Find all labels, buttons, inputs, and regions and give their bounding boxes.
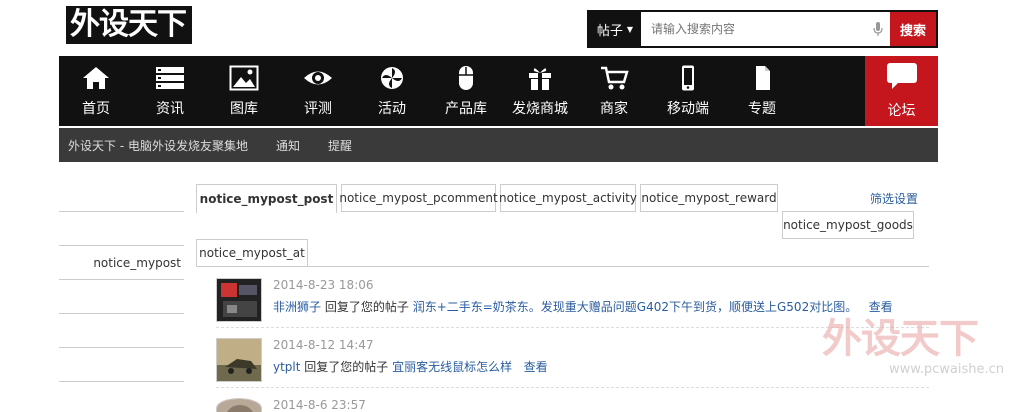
- main-nav: 首页 资讯 图库 评测 活动 产品库 发烧商城 商家 移动端 专题 论坛: [59, 56, 938, 126]
- nav-label: 评测: [304, 101, 332, 117]
- search-bar: 帖子 ▼ 搜索: [587, 10, 938, 48]
- notice-action: 回复了您的帖子: [324, 300, 409, 314]
- nav-label: 图库: [230, 101, 258, 117]
- avatar[interactable]: [216, 338, 262, 382]
- nav-label: 移动端: [667, 101, 709, 117]
- avatar[interactable]: [216, 398, 262, 412]
- gift-icon: [525, 64, 555, 92]
- tab-notice-mypost-at[interactable]: notice_mypost_at: [196, 239, 308, 267]
- notice-view-link[interactable]: 查看: [524, 360, 548, 374]
- nav-label: 活动: [378, 101, 406, 117]
- chat-bubble-icon: [886, 62, 918, 94]
- sidebar-item-notice-mypost[interactable]: notice_mypost: [59, 256, 181, 270]
- nav-item-home[interactable]: 首页: [59, 56, 133, 126]
- watermark-url: www.pcwaishe.cn: [889, 362, 1004, 377]
- watermark-logo: 外设天下: [822, 315, 979, 362]
- breadcrumb-reminder[interactable]: 提醒: [328, 137, 352, 154]
- nav-label: 产品库: [445, 101, 487, 117]
- microphone-icon[interactable]: [866, 12, 890, 46]
- notice-text: ytplt 回复了您的帖子 宜丽客无线鼠标怎么样 查看: [273, 358, 548, 375]
- cart-icon: [599, 64, 629, 92]
- notice-time: 2014-8-6 23:57: [273, 398, 366, 412]
- nav-item-events[interactable]: 活动: [355, 56, 429, 126]
- sidebar-divider: [59, 313, 184, 314]
- search-input[interactable]: [641, 12, 866, 46]
- avatar[interactable]: [216, 278, 262, 322]
- nav-label: 论坛: [887, 103, 916, 119]
- nav-label: 专题: [748, 101, 776, 117]
- site-logo[interactable]: 外设天下: [66, 6, 192, 44]
- nav-item-gallery[interactable]: 图库: [207, 56, 281, 126]
- phone-icon: [673, 64, 703, 92]
- notice-item: 2014-8-6 23:57: [216, 388, 929, 412]
- nav-item-products[interactable]: 产品库: [429, 56, 503, 126]
- nav-item-mobile[interactable]: 移动端: [651, 56, 725, 126]
- filter-settings-link[interactable]: 筛选设置: [870, 190, 918, 207]
- tab-notice-mypost-post[interactable]: notice_mypost_post: [196, 184, 337, 213]
- nav-label: 发烧商城: [512, 101, 568, 117]
- watermark: 外设天下 www.pcwaishe.cn: [822, 316, 1012, 388]
- nav-item-mall[interactable]: 发烧商城: [503, 56, 577, 126]
- nav-label: 首页: [82, 101, 110, 117]
- sidebar-divider: [59, 279, 184, 280]
- tab-notice-mypost-activity[interactable]: notice_mypost_activity: [499, 184, 637, 212]
- notice-view-link[interactable]: 查看: [869, 300, 893, 314]
- tabs-divider: [196, 266, 929, 267]
- nav-item-forum[interactable]: 论坛: [865, 56, 938, 126]
- notice-post-link[interactable]: 宜丽客无线鼠标怎么样: [392, 360, 512, 374]
- notice-action: 回复了您的帖子: [304, 360, 389, 374]
- sidebar-divider: [59, 245, 184, 246]
- list-icon: [155, 64, 185, 92]
- sidebar-divider: [59, 347, 184, 348]
- tab-notice-mypost-reward[interactable]: notice_mypost_reward: [640, 184, 778, 212]
- notice-user-link[interactable]: 非洲狮子: [273, 300, 321, 314]
- sidebar-divider: [59, 381, 184, 382]
- nav-item-reviews[interactable]: 评测: [281, 56, 355, 126]
- notice-post-link[interactable]: 润东+二手东=奶茶东。发现重大赠品问题G402下午到货，顺便送上G502对比图。: [413, 300, 858, 314]
- breadcrumb-notice[interactable]: 通知: [276, 137, 300, 154]
- notice-user-link[interactable]: ytplt: [273, 360, 300, 374]
- breadcrumb-bar: 外设天下 - 电脑外设发烧友聚集地 通知 提醒: [59, 128, 938, 162]
- nav-item-topics[interactable]: 专题: [725, 56, 799, 126]
- breadcrumb-home[interactable]: 外设天下 - 电脑外设发烧友聚集地: [68, 137, 248, 154]
- mouse-icon: [451, 64, 481, 92]
- home-icon: [81, 64, 111, 92]
- search-type-label: 帖子: [596, 23, 623, 39]
- sidebar-divider: [59, 211, 184, 212]
- nav-item-merchants[interactable]: 商家: [577, 56, 651, 126]
- document-icon: [747, 64, 777, 92]
- logo-text: 外设天下: [66, 6, 192, 44]
- notice-time: 2014-8-23 18:06: [273, 278, 374, 292]
- search-type-dropdown[interactable]: 帖子 ▼: [589, 12, 641, 46]
- tab-notice-mypost-goods[interactable]: notice_mypost_goods: [782, 211, 914, 239]
- notice-time: 2014-8-12 14:47: [273, 338, 374, 352]
- search-button[interactable]: 搜索: [890, 12, 936, 46]
- pinwheel-icon: [377, 64, 407, 92]
- nav-label: 商家: [600, 101, 628, 117]
- image-icon: [229, 64, 259, 92]
- nav-item-news[interactable]: 资讯: [133, 56, 207, 126]
- caret-down-icon: ▼: [626, 24, 634, 34]
- nav-label: 资讯: [156, 101, 184, 117]
- eye-icon: [303, 64, 333, 92]
- notice-text: 非洲狮子 回复了您的帖子 润东+二手东=奶茶东。发现重大赠品问题G402下午到货…: [273, 298, 893, 315]
- tab-notice-mypost-pcomment[interactable]: notice_mypost_pcomment: [339, 184, 498, 212]
